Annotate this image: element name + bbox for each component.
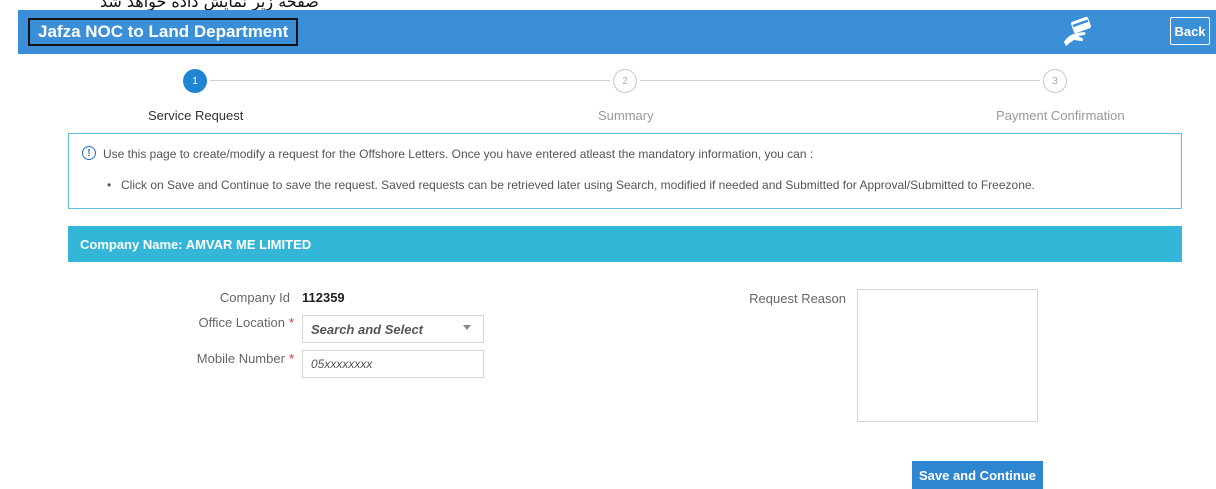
company-id-label: Company Id [219, 290, 290, 305]
step-connector [210, 80, 610, 81]
step-3-label: Payment Confirmation [996, 108, 1125, 123]
office-location-value: Search and Select [311, 321, 423, 337]
company-name-bar: Company Name: AMVAR ME LIMITED [68, 226, 1182, 262]
app-header: Jafza NOC to Land Department Back [18, 10, 1216, 54]
chevron-down-icon [463, 325, 471, 330]
step-2-indicator[interactable]: 2 [613, 69, 637, 93]
overlay-caption: صفحه زیر نمایش داده خواهد شد [100, 0, 319, 10]
office-location-label: Office Location * [198, 315, 294, 330]
step-1-indicator[interactable]: 1 [183, 69, 207, 93]
mobile-number-label: Mobile Number * [196, 351, 294, 366]
company-name: Company Name: AMVAR ME LIMITED [80, 236, 312, 252]
required-marker: * [288, 315, 294, 330]
request-reason-textarea[interactable] [857, 289, 1038, 422]
office-location-select[interactable]: Search and Select [302, 315, 484, 343]
card-payment-icon [1064, 16, 1091, 46]
info-text: Use this page to create/modify a request… [103, 147, 814, 161]
info-panel: ! Use this page to create/modify a reque… [68, 133, 1182, 209]
step-2-label: Summary [598, 108, 654, 123]
header-title-box: Jafza NOC to Land Department [28, 18, 299, 46]
overlay-caption-strip: صفحه زیر نمایش داده خواهد شد [0, 0, 1216, 10]
mobile-number-input[interactable] [302, 350, 484, 378]
step-connector [640, 80, 1040, 81]
required-marker: * [288, 351, 294, 366]
page-title: Jafza NOC to Land Department [38, 22, 289, 41]
step-1-label: Service Request [148, 108, 244, 123]
request-reason-label: Request Reason [749, 291, 846, 306]
step-3-indicator[interactable]: 3 [1043, 69, 1067, 93]
back-button[interactable]: Back [1170, 17, 1210, 45]
info-icon: ! [82, 146, 96, 160]
progress-stepper: 1 2 3 Service Request Summary Payment Co… [0, 64, 1216, 134]
info-bullet: Click on Save and Continue to save the r… [107, 178, 1035, 192]
company-id-value: 112359 [302, 290, 345, 305]
